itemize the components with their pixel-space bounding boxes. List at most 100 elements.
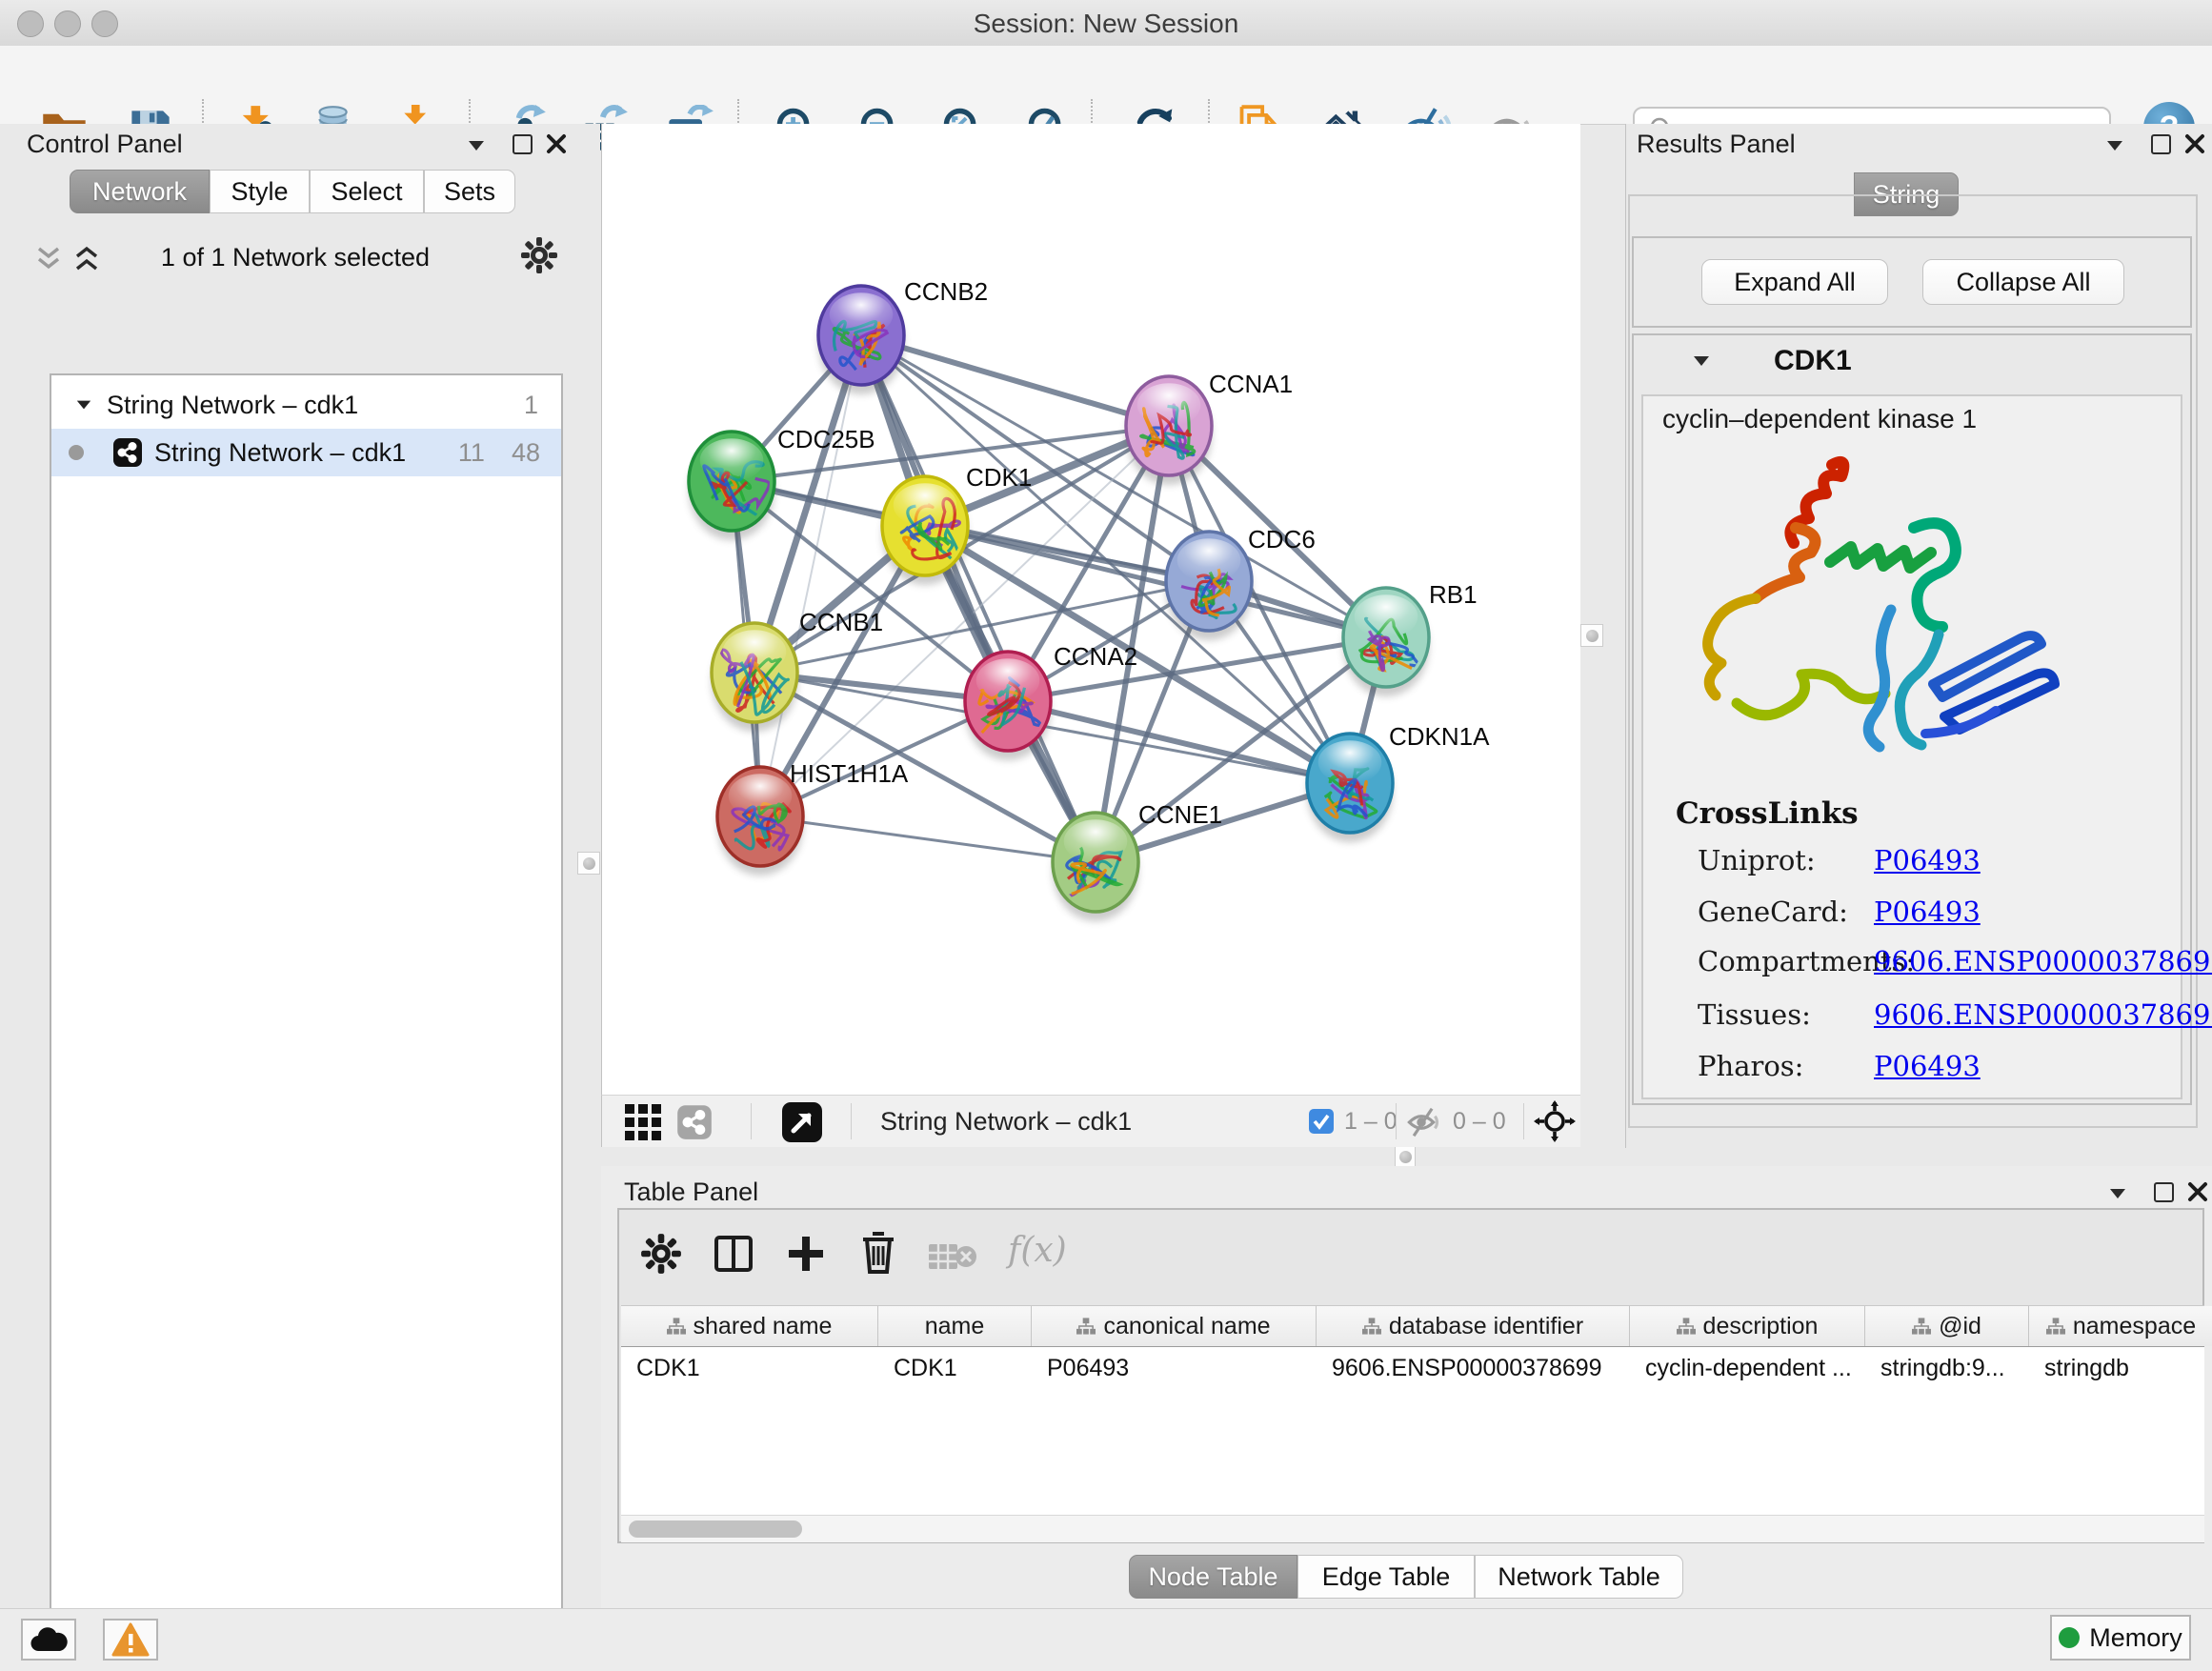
- column-header-shared-name[interactable]: shared name: [621, 1306, 878, 1346]
- memory-status-dot: [2059, 1627, 2080, 1648]
- table-cell[interactable]: 9606.ENSP00000378699: [1332, 1355, 1626, 1382]
- column-shared-icon: [1076, 1318, 1096, 1335]
- network-canvas[interactable]: CCNB2CCNA1CDC25BCDK1CDC6RB1CCNB1CCNA2CDK…: [601, 124, 1580, 1095]
- node-CCNB2[interactable]: [818, 286, 904, 394]
- cdk1-section: CDK1 cyclin–dependent kinase 1: [1632, 333, 2192, 1105]
- float-panel-button[interactable]: [513, 134, 533, 154]
- node-CDKN1A[interactable]: [1307, 734, 1393, 842]
- edge-CCNB2-HIST1H1A[interactable]: [760, 335, 861, 816]
- node-CDK1[interactable]: [882, 476, 968, 585]
- table-gear-icon[interactable]: [640, 1233, 682, 1275]
- crosslink-label: Uniprot:: [1698, 844, 1816, 876]
- node-label-CDC6: CDC6: [1248, 525, 1316, 554]
- scrollbar-thumb[interactable]: [629, 1520, 802, 1538]
- edge-HIST1H1A-CCNE1[interactable]: [760, 816, 1096, 862]
- selected-checkbox-icon[interactable]: [1308, 1108, 1335, 1135]
- column-header-description[interactable]: description: [1630, 1306, 1865, 1346]
- float-panel-button[interactable]: [2154, 1182, 2174, 1202]
- tab-style[interactable]: Style: [210, 170, 310, 213]
- table-cell[interactable]: stringdb: [2044, 1355, 2210, 1382]
- column-header-database-identifier[interactable]: database identifier: [1317, 1306, 1630, 1346]
- table-cell[interactable]: CDK1: [894, 1355, 1028, 1382]
- cloud-status-button[interactable]: [21, 1619, 76, 1661]
- crosslink-link[interactable]: 9606.ENSP00000378699: [1874, 945, 2212, 977]
- collapse-all-icon[interactable]: [34, 246, 63, 272]
- gene-detail-box: cyclin–dependent kinase 1: [1641, 394, 2182, 1099]
- tab-network[interactable]: Network: [70, 170, 210, 213]
- crosslink-link[interactable]: P06493: [1874, 1050, 1981, 1082]
- crosslink-link[interactable]: P06493: [1874, 896, 1981, 928]
- node-label-HIST1H1A: HIST1H1A: [790, 759, 909, 788]
- expand-collapse-box: Expand All Collapse All: [1632, 236, 2192, 328]
- warnings-button[interactable]: [103, 1619, 158, 1661]
- node-CCNB1[interactable]: [712, 623, 797, 732]
- node-CCNE1[interactable]: [1053, 813, 1138, 921]
- table-body: CDK1 CDK1 P06493 9606.ENSP00000378699 cyclin…: [621, 1347, 2204, 1515]
- tab-sets[interactable]: Sets: [424, 170, 515, 213]
- crosslink-link[interactable]: P06493: [1874, 844, 1981, 876]
- panel-menu-icon[interactable]: [469, 141, 484, 151]
- close-panel-button[interactable]: [2183, 132, 2206, 155]
- network-collection-row[interactable]: String Network – cdk1 1: [51, 381, 561, 429]
- tab-select[interactable]: Select: [310, 170, 424, 213]
- table-panel: Table Panel f(x) shared namenamecanonica…: [601, 1166, 2212, 1608]
- node-label-CCNE1: CCNE1: [1138, 800, 1222, 829]
- application-window: Session: New Session ? Control P: [0, 0, 2212, 1671]
- left-splitter-handle[interactable]: [577, 852, 600, 875]
- edge-CCNA2-CDKN1A[interactable]: [1008, 701, 1350, 783]
- node-label-CCNA1: CCNA1: [1209, 370, 1293, 398]
- memory-button[interactable]: Memory: [2050, 1615, 2191, 1661]
- panel-menu-icon[interactable]: [2110, 1189, 2125, 1198]
- node-RB1[interactable]: [1343, 588, 1429, 696]
- column-shared-icon: [1912, 1318, 1931, 1335]
- column-shared-icon: [1677, 1318, 1696, 1335]
- add-column-icon[interactable]: [785, 1233, 827, 1275]
- expand-all-button[interactable]: Expand All: [1701, 259, 1888, 305]
- network-graph[interactable]: CCNB2CCNA1CDC25BCDK1CDC6RB1CCNB1CCNA2CDK…: [602, 124, 1580, 1095]
- table-cell[interactable]: stringdb:9...: [1880, 1355, 2025, 1382]
- panel-menu-icon[interactable]: [2107, 141, 2122, 151]
- tab-node-table[interactable]: Node Table: [1129, 1555, 1297, 1599]
- edge-CCNB2-CCNA1[interactable]: [861, 335, 1169, 426]
- column-shared-icon: [667, 1318, 686, 1335]
- crosslink-label: GeneCard:: [1698, 896, 1848, 928]
- network-view-share-icon[interactable]: [676, 1104, 713, 1140]
- network-view-toolbar: String Network – cdk1 1 – 0 0 – 0: [601, 1095, 1580, 1147]
- bottom-splitter-handle[interactable]: [1395, 1146, 1416, 1167]
- column-header-name[interactable]: name: [878, 1306, 1032, 1346]
- hidden-node-edge-counts: 0 – 0: [1453, 1108, 1506, 1136]
- gear-icon[interactable]: [520, 236, 558, 274]
- show-columns-icon[interactable]: [713, 1233, 754, 1275]
- close-panel-button[interactable]: [2186, 1180, 2209, 1203]
- node-CDC6[interactable]: [1166, 532, 1252, 640]
- section-expander-icon[interactable]: [1694, 356, 1709, 366]
- column-header-@id[interactable]: @id: [1865, 1306, 2029, 1346]
- table-cell[interactable]: CDK1: [636, 1355, 875, 1382]
- current-network-name: String Network – cdk1: [880, 1107, 1132, 1137]
- collection-label: String Network – cdk1: [107, 391, 358, 420]
- node-CCNA1[interactable]: [1126, 376, 1212, 485]
- window-title: Session: New Session: [0, 9, 2212, 39]
- tree-expander-icon[interactable]: [77, 401, 90, 410]
- table-cell[interactable]: cyclin-dependent ...: [1645, 1355, 1861, 1382]
- node-CCNA2[interactable]: [965, 652, 1051, 760]
- grid-view-icon[interactable]: [625, 1104, 661, 1140]
- column-header-namespace[interactable]: namespace: [2029, 1306, 2212, 1346]
- horizontal-scrollbar[interactable]: [621, 1515, 2204, 1542]
- column-header-canonical-name[interactable]: canonical name: [1032, 1306, 1317, 1346]
- network-share-icon: [112, 437, 143, 468]
- crosslink-link[interactable]: 9606.ENSP00000378699: [1874, 998, 2212, 1031]
- table-cell[interactable]: P06493: [1047, 1355, 1313, 1382]
- detach-view-icon[interactable]: [781, 1101, 823, 1143]
- birds-eye-view-icon[interactable]: [1534, 1100, 1576, 1142]
- expand-all-icon[interactable]: [72, 246, 101, 272]
- tab-edge-table[interactable]: Edge Table: [1297, 1555, 1475, 1599]
- right-splitter-handle[interactable]: [1580, 624, 1603, 647]
- collapse-all-button[interactable]: Collapse All: [1922, 259, 2124, 305]
- node-CDC25B[interactable]: [689, 432, 774, 540]
- delete-column-icon[interactable]: [857, 1231, 899, 1275]
- float-panel-button[interactable]: [2151, 134, 2171, 154]
- network-row-selected[interactable]: String Network – cdk1 11 48: [51, 429, 561, 476]
- close-panel-button[interactable]: [545, 132, 568, 155]
- tab-network-table[interactable]: Network Table: [1475, 1555, 1683, 1599]
